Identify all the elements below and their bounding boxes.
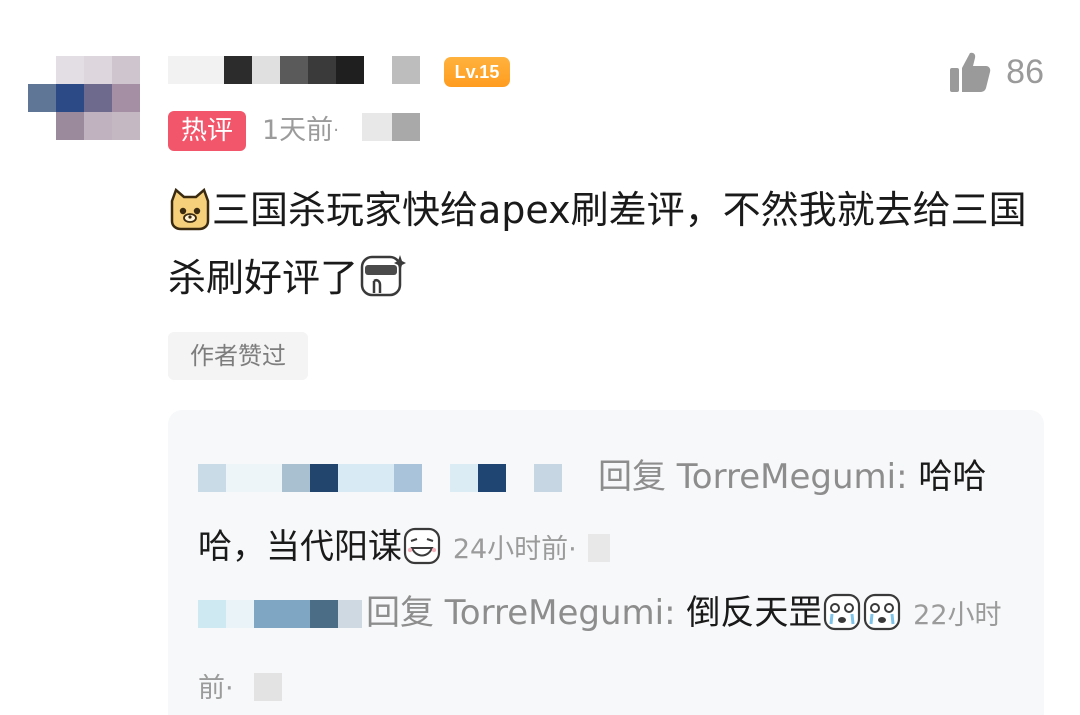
comment-page: Lv.15 86 热评 1天前· 三国杀玩家快给apex刷差评，不然我就去给三国… xyxy=(0,0,1080,715)
reply-username-mosaic[interactable] xyxy=(198,464,598,492)
comment-time: 1天前· xyxy=(262,113,339,149)
username-mosaic[interactable] xyxy=(168,56,438,84)
comment-body: 三国杀玩家快给apex刷差评，不然我就去给三国杀刷好评了 xyxy=(168,176,1048,312)
comment-time-dot: · xyxy=(333,120,339,141)
comment-time-text: 1天前 xyxy=(262,115,334,146)
avatar[interactable] xyxy=(28,56,140,140)
reply-to-label[interactable]: 回复 TorreMegumi: xyxy=(366,593,676,633)
location-mosaic xyxy=(362,113,422,141)
like-count: 86 xyxy=(1006,52,1044,91)
reply-location-mosaic xyxy=(587,534,628,562)
hot-comment-tag: 热评 xyxy=(168,111,246,151)
reply-location-mosaic xyxy=(244,673,284,701)
reply-time-dot: · xyxy=(568,534,577,565)
like-control[interactable]: 86 xyxy=(948,50,1044,94)
reply-time-text: 24小时前 xyxy=(452,534,569,565)
crying-emoji-icon xyxy=(864,593,901,631)
author-liked-badge: 作者赞过 xyxy=(168,332,308,380)
reply-text: 倒反天罡 xyxy=(675,593,823,633)
reply-item[interactable]: 回复 TorreMegumi: 倒反天罡 22小时前· xyxy=(198,578,1028,715)
crying-emoji-icon xyxy=(824,593,861,631)
reply-to-label[interactable]: 回复 TorreMegumi: xyxy=(598,457,908,497)
replies-panel[interactable]: 回复 TorreMegumi: 哈哈哈，当代阳谋 24小时前· 回复 Torre… xyxy=(168,410,1044,715)
comment-text: 三国杀玩家快给apex刷差评，不然我就去给三国杀刷好评了 xyxy=(168,188,1027,300)
reply-username-mosaic[interactable] xyxy=(198,600,366,628)
level-badge: Lv.15 xyxy=(444,57,510,87)
grin-emoji-icon xyxy=(403,527,441,565)
sunglasses-wow-emoji-icon xyxy=(360,255,407,297)
reply-item[interactable]: 回复 TorreMegumi: 哈哈哈，当代阳谋 24小时前· xyxy=(198,442,1018,585)
reply-time-dot: · xyxy=(225,673,234,704)
cat-face-emoji-icon xyxy=(170,187,210,231)
thumbs-up-icon[interactable] xyxy=(948,50,992,94)
reply-time: 24小时前· xyxy=(453,534,577,565)
